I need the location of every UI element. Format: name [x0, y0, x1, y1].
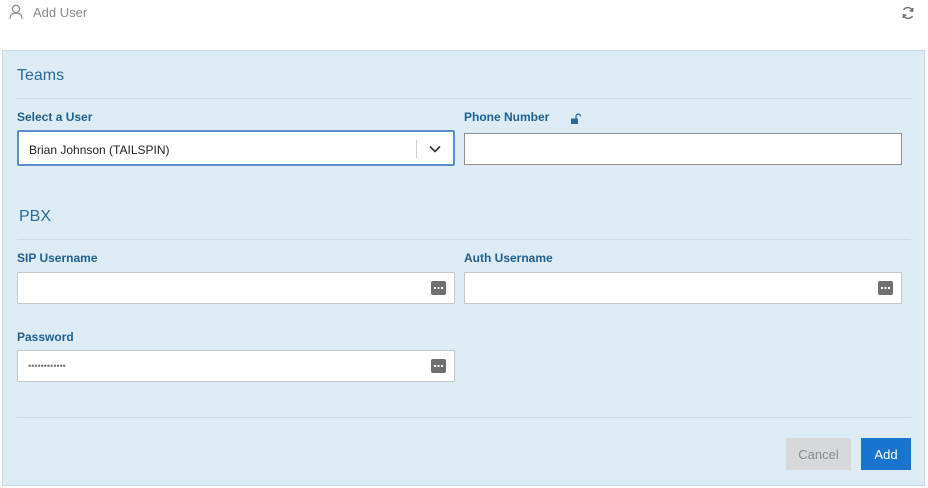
password-value: ••••••••••••: [28, 361, 66, 371]
keyboard-icon[interactable]: [431, 359, 446, 373]
pbx-section-title: PBX: [19, 208, 52, 225]
teams-divider: [17, 98, 911, 99]
password-input[interactable]: ••••••••••••: [17, 350, 455, 382]
password-label: Password: [17, 330, 74, 344]
sip-username-label: SIP Username: [17, 251, 98, 265]
pbx-divider: [17, 239, 911, 240]
add-user-form-panel: Teams Select a User Brian Johnson (TAILS…: [2, 50, 925, 486]
teams-section-title: Teams: [17, 67, 65, 84]
person-icon: [8, 3, 26, 21]
select-user-value: Brian Johnson (TAILSPIN): [29, 143, 170, 157]
keyboard-icon[interactable]: [431, 281, 446, 295]
select-user-label: Select a User: [17, 110, 93, 124]
unlock-icon[interactable]: [570, 112, 582, 124]
dropdown-separator: [416, 140, 417, 158]
cancel-button[interactable]: Cancel: [786, 438, 851, 470]
auth-username-input[interactable]: [464, 272, 902, 304]
chevron-down-icon[interactable]: [428, 142, 442, 156]
auth-username-label: Auth Username: [464, 251, 553, 265]
keyboard-icon[interactable]: [878, 281, 893, 295]
dialog-header: Add User: [0, 0, 928, 28]
footer-divider: [17, 417, 911, 418]
dialog-title: Add User: [33, 4, 88, 20]
sip-username-input[interactable]: [17, 272, 455, 304]
refresh-icon[interactable]: [900, 5, 916, 21]
phone-number-input[interactable]: [464, 133, 902, 165]
add-button[interactable]: Add: [861, 438, 911, 470]
select-user-dropdown[interactable]: Brian Johnson (TAILSPIN): [17, 130, 455, 166]
phone-number-label: Phone Number: [464, 110, 550, 124]
dialog-title-group: Add User: [8, 3, 87, 21]
